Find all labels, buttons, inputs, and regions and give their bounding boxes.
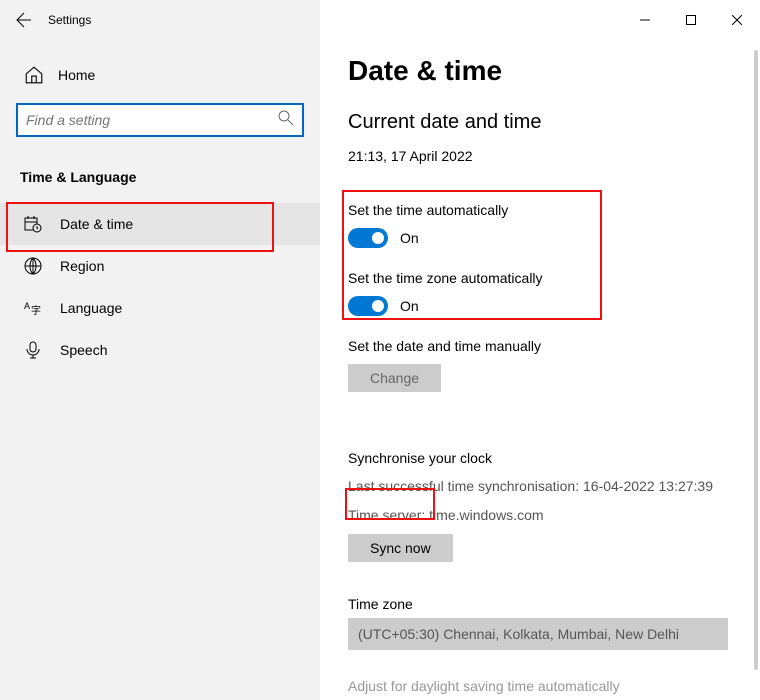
- svg-text:A: A: [24, 301, 30, 311]
- minimize-icon: [640, 15, 650, 25]
- timezone-select[interactable]: (UTC+05:30) Chennai, Kolkata, Mumbai, Ne…: [348, 618, 728, 650]
- arrow-left-icon: [16, 12, 32, 28]
- manual-time-label: Set the date and time manually: [348, 338, 720, 354]
- sync-last-info: Last successful time synchronisation: 16…: [348, 476, 720, 497]
- sidebar-item-date-time[interactable]: Date & time: [0, 203, 320, 245]
- sidebar-item-label: Speech: [60, 342, 107, 358]
- main-content: Date & time Current date and time 21:13,…: [320, 0, 760, 700]
- close-button[interactable]: [714, 5, 760, 35]
- change-button[interactable]: Change: [348, 364, 441, 392]
- scrollbar[interactable]: [754, 50, 758, 670]
- auto-time-label: Set the time automatically: [348, 202, 720, 218]
- auto-time-state: On: [400, 230, 419, 246]
- globe-icon: [24, 257, 44, 275]
- page-title: Date & time: [348, 55, 720, 87]
- auto-tz-toggle[interactable]: [348, 296, 388, 316]
- timezone-heading: Time zone: [348, 596, 720, 612]
- window-controls: [622, 5, 760, 35]
- sidebar-item-region[interactable]: Region: [0, 245, 320, 287]
- sidebar-home-label: Home: [58, 67, 95, 83]
- dst-label: Adjust for daylight saving time automati…: [348, 678, 720, 694]
- auto-tz-label: Set the time zone automatically: [348, 270, 720, 286]
- calendar-clock-icon: [24, 215, 44, 233]
- maximize-icon: [686, 15, 696, 25]
- back-button[interactable]: [0, 12, 48, 28]
- svg-text:字: 字: [31, 304, 41, 317]
- current-time-value: 21:13, 17 April 2022: [348, 148, 720, 164]
- titlebar: Settings: [0, 0, 760, 40]
- sidebar-heading: Time & Language: [0, 157, 320, 203]
- sidebar-item-label: Date & time: [60, 216, 133, 232]
- sync-now-button[interactable]: Sync now: [348, 534, 453, 562]
- sidebar-item-label: Region: [60, 258, 104, 274]
- sidebar-item-language[interactable]: A字 Language: [0, 287, 320, 329]
- microphone-icon: [24, 341, 44, 359]
- sidebar: Home Time & Language Date & time Region …: [0, 0, 320, 700]
- minimize-button[interactable]: [622, 5, 668, 35]
- search-icon: [278, 110, 294, 131]
- sidebar-item-label: Language: [60, 300, 122, 316]
- sidebar-item-speech[interactable]: Speech: [0, 329, 320, 371]
- window-title: Settings: [48, 13, 91, 27]
- auto-time-toggle[interactable]: [348, 228, 388, 248]
- search-input[interactable]: [26, 112, 278, 128]
- close-icon: [732, 15, 742, 25]
- sync-heading: Synchronise your clock: [348, 450, 720, 466]
- language-icon: A字: [24, 299, 44, 317]
- maximize-button[interactable]: [668, 5, 714, 35]
- toggle-knob: [372, 300, 384, 312]
- sidebar-home[interactable]: Home: [0, 55, 320, 95]
- sync-server-info: Time server: time.windows.com: [348, 505, 720, 526]
- search-input-wrap[interactable]: [16, 103, 304, 137]
- home-icon: [24, 65, 44, 85]
- current-time-heading: Current date and time: [348, 111, 720, 134]
- auto-tz-state: On: [400, 298, 419, 314]
- toggle-knob: [372, 232, 384, 244]
